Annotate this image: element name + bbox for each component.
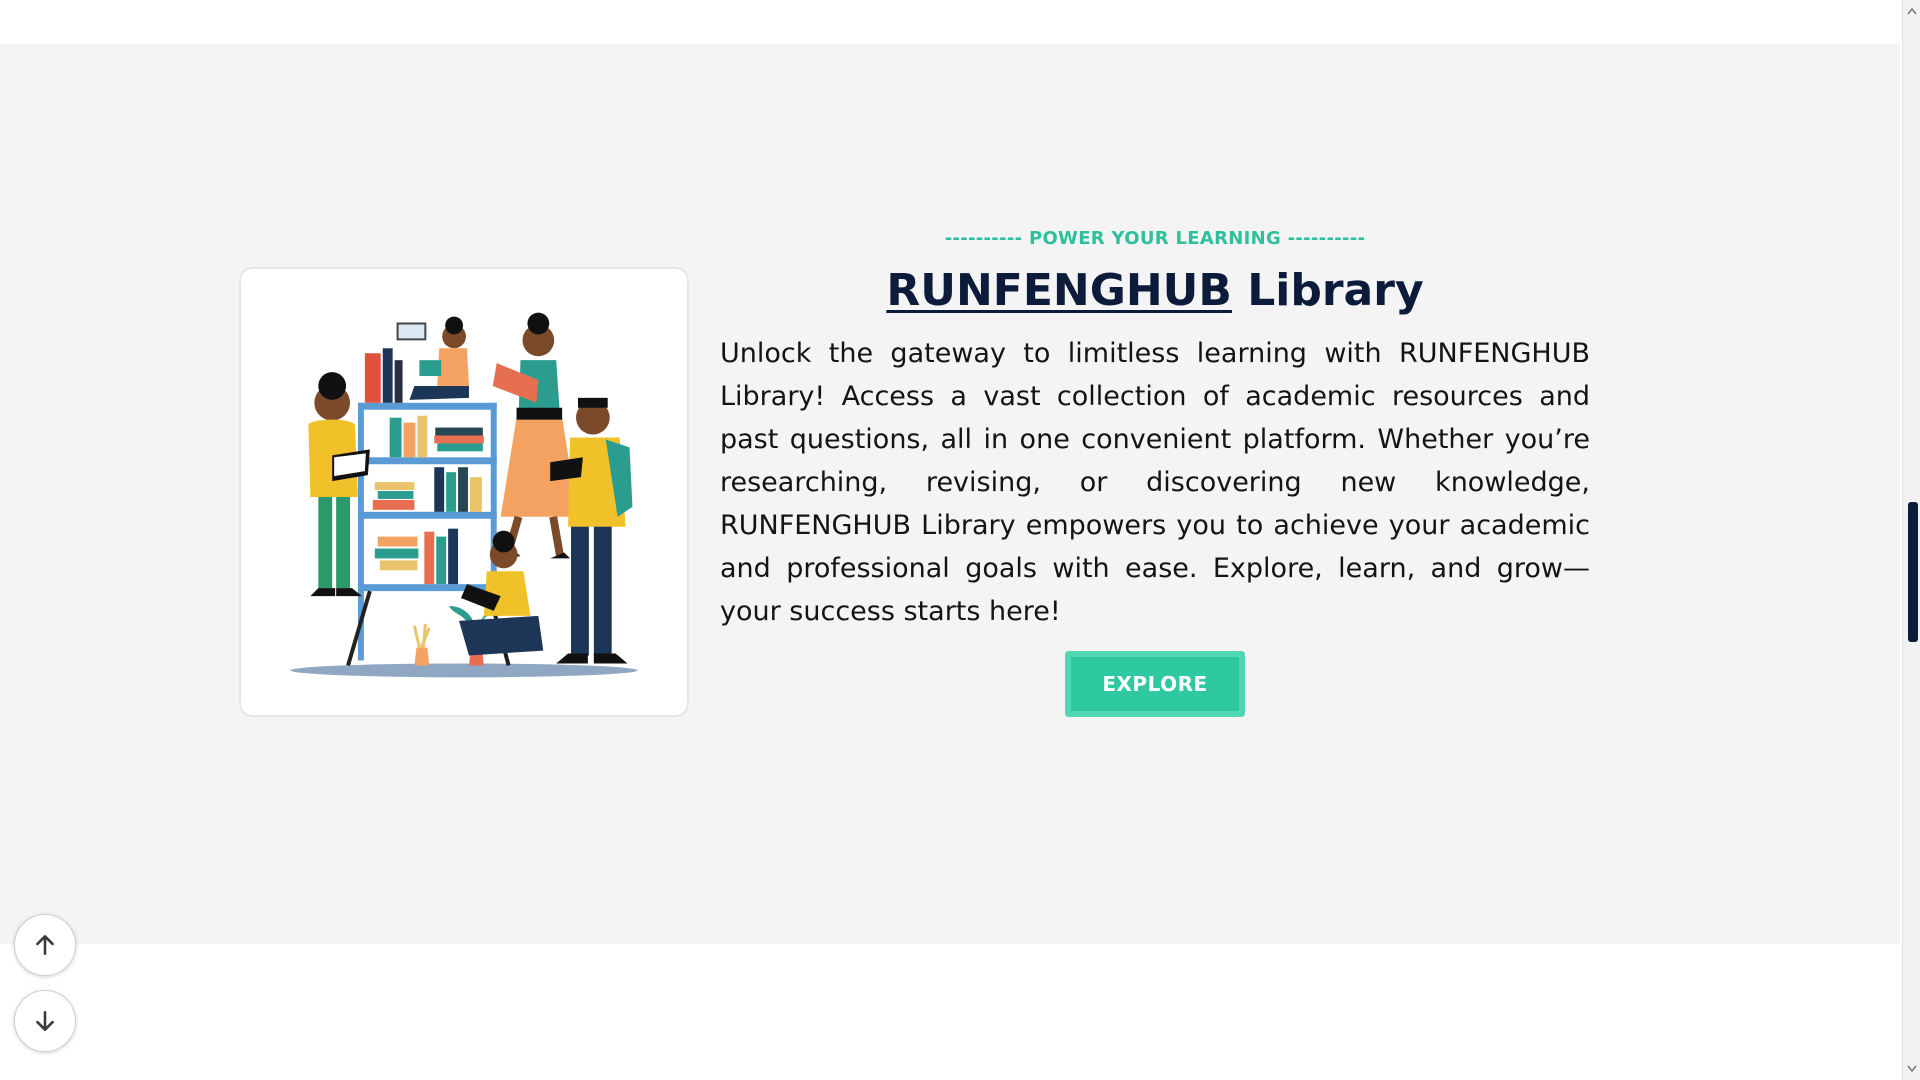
- scrollbar-down-arrow-icon[interactable]: [1903, 1060, 1920, 1078]
- page-scrollbar[interactable]: [1902, 0, 1920, 1080]
- explore-button[interactable]: EXPLORE: [1065, 650, 1245, 717]
- scrollbar-thumb[interactable]: [1908, 502, 1918, 642]
- section-eyebrow: ---------- POWER YOUR LEARNING ---------…: [944, 228, 1366, 249]
- scrollbar-up-arrow-icon[interactable]: [1903, 2, 1920, 20]
- arrow-down-icon: [36, 1011, 54, 1031]
- library-image-card: [239, 267, 689, 717]
- brand-link[interactable]: RUNFENGHUB: [886, 265, 1232, 316]
- scroll-down-button[interactable]: [14, 990, 76, 1052]
- scroll-up-button[interactable]: [14, 914, 76, 976]
- library-content: ---------- POWER YOUR LEARNING ---------…: [720, 228, 1590, 717]
- title-suffix: Library: [1231, 265, 1424, 316]
- section-title: RUNFENGHUB Library: [720, 265, 1590, 318]
- page-bottom-band: [0, 944, 1900, 1080]
- page-top-band: [0, 0, 1900, 44]
- arrow-up-icon: [36, 935, 54, 955]
- section-description: Unlock the gateway to limitless learning…: [720, 337, 1590, 627]
- library-readers-illustration: [290, 312, 638, 678]
